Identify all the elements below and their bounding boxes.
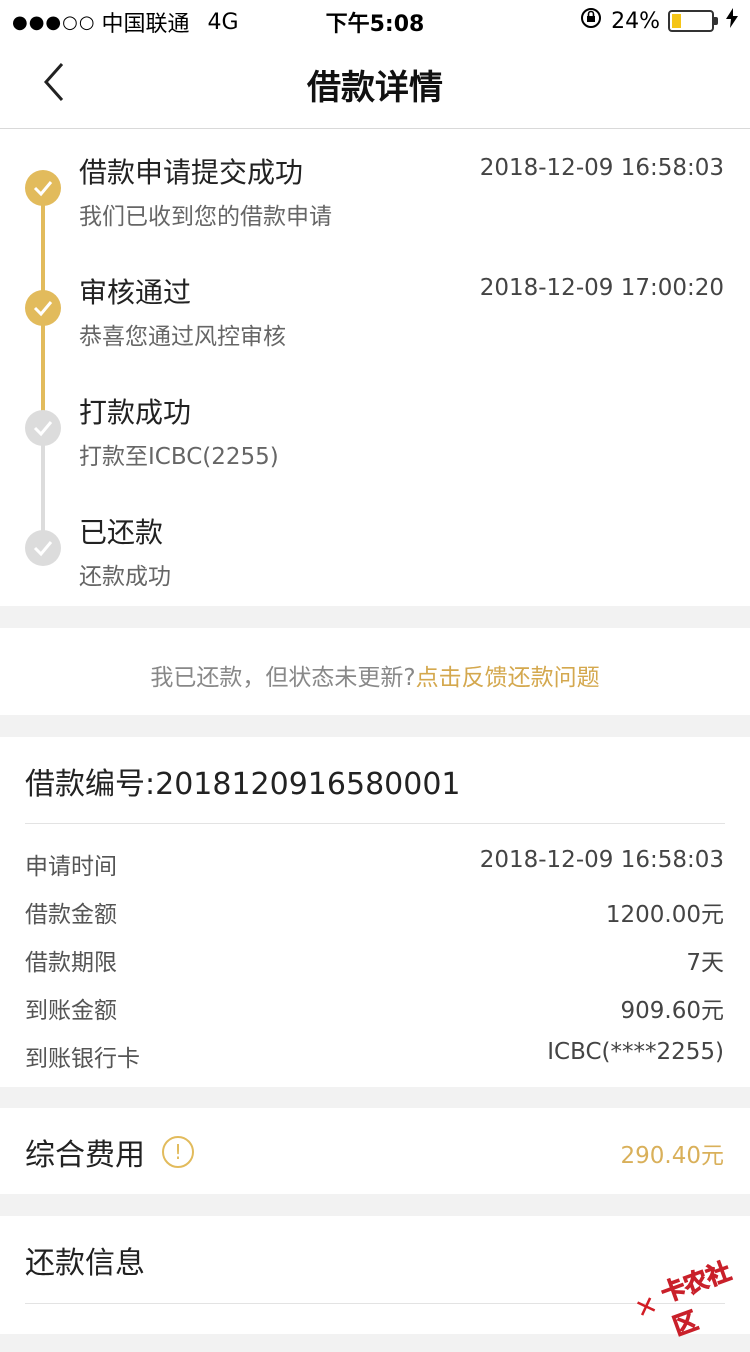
step-subtitle: 打款至ICBC(2255) <box>79 444 279 470</box>
repayment-card: 还款信息 ✕ 卡农社区 <box>0 1216 750 1341</box>
detail-value: 1200.00元 <box>605 902 724 928</box>
detail-label: 借款期限 <box>25 950 117 976</box>
step-title: 审核通过 <box>79 276 192 309</box>
step-time: 2018-12-09 17:00:20 <box>479 275 724 301</box>
repayment-title: 还款信息 <box>25 1246 145 1281</box>
fee-title: 综合费用 <box>25 1138 145 1173</box>
step-check-icon <box>25 290 61 326</box>
watermark-logo: ✕ 卡农社区 <box>624 1241 749 1342</box>
detail-label: 借款金额 <box>25 902 117 928</box>
step-title: 借款申请提交成功 <box>79 156 304 189</box>
watermark-icon: ✕ <box>631 1290 662 1326</box>
nav-bar: 借款详情 <box>0 40 750 129</box>
feedback-bar: 我已还款，但状态未更新?点击反馈还款问题 <box>0 628 750 715</box>
rotation-lock-icon <box>579 6 603 36</box>
status-bar: ●●●○○ 中国联通 4G 下午5:08 24% <box>0 0 750 40</box>
step-subtitle: 恭喜您通过风控审核 <box>79 324 286 350</box>
feedback-link[interactable]: 点击反馈还款问题 <box>416 665 600 691</box>
step-check-icon <box>25 410 61 446</box>
loan-progress-timeline: 借款申请提交成功 我们已收到您的借款申请 2018-12-09 16:58:03… <box>0 129 750 606</box>
info-icon[interactable]: ! <box>162 1136 194 1168</box>
detail-label: 到账金额 <box>25 998 117 1024</box>
detail-value: 7天 <box>686 950 724 976</box>
loan-details-card: 借款编号:2018120916580001 申请时间 2018-12-09 16… <box>0 737 750 1087</box>
step-time: 2018-12-09 16:58:03 <box>479 155 724 181</box>
divider <box>25 823 725 824</box>
battery-percent: 24% <box>611 8 660 34</box>
detail-value: 2018-12-09 16:58:03 <box>479 847 724 873</box>
feedback-text: 我已还款，但状态未更新? <box>150 665 416 691</box>
step-title: 已还款 <box>79 516 164 549</box>
detail-value: 909.60元 <box>620 998 724 1024</box>
step-check-icon <box>25 530 61 566</box>
detail-value: ICBC(****2255) <box>547 1039 724 1065</box>
step-check-icon <box>25 170 61 206</box>
step-subtitle: 我们已收到您的借款申请 <box>79 204 332 230</box>
battery-fill <box>672 14 682 28</box>
detail-label: 申请时间 <box>25 854 117 880</box>
step-title: 打款成功 <box>79 396 192 429</box>
charging-icon <box>726 8 738 34</box>
watermark-text: 卡农社区 <box>657 1257 735 1342</box>
battery-icon <box>668 10 718 32</box>
step-subtitle: 还款成功 <box>79 564 171 590</box>
page-title: 借款详情 <box>307 68 443 108</box>
loan-number: 借款编号:2018120916580001 <box>25 767 461 802</box>
fee-card: 综合费用 ! 290.40元 <box>0 1108 750 1194</box>
fee-value: 290.40元 <box>620 1143 724 1169</box>
status-right: 24% <box>579 6 738 36</box>
divider <box>25 1303 725 1304</box>
feedback-row: 我已还款，但状态未更新?点击反馈还款问题 <box>0 658 750 692</box>
detail-label: 到账银行卡 <box>25 1046 140 1072</box>
